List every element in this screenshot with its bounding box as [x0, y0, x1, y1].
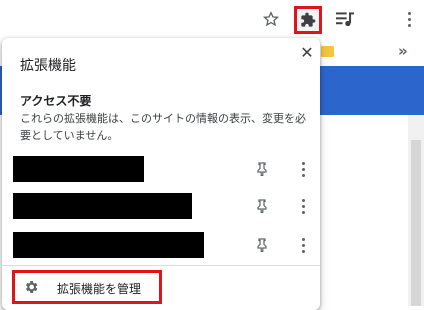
bookmarks-overflow-chevron[interactable]: » [398, 42, 408, 60]
extension-row[interactable] [2, 228, 320, 262]
section-heading-no-access: アクセス不要 [20, 94, 92, 108]
close-button[interactable]: ✕ [298, 44, 316, 62]
manage-extensions-label: 拡張機能を管理 [57, 282, 142, 296]
scrollbar-thumb[interactable] [411, 140, 421, 306]
bookmark-folder-icon[interactable] [321, 46, 334, 57]
more-vert-icon [301, 198, 305, 202]
extension-name-redacted [13, 193, 192, 219]
gear-icon [26, 281, 38, 293]
more-vert-icon [407, 11, 411, 15]
more-vert-icon [301, 161, 305, 165]
extensions-popup: 拡張機能 ✕ アクセス不要 これらの拡張機能は、このサイトの情報の表示、変更を必… [2, 38, 320, 310]
extension-more-button[interactable] [293, 234, 313, 256]
pin-icon [257, 199, 267, 213]
pin-button[interactable] [252, 196, 272, 216]
extension-row[interactable] [2, 189, 320, 223]
section-description: これらの拡張機能は、このサイトの情報の表示、変更を必要としていません。 [20, 112, 306, 142]
extensions-puzzle-icon [301, 12, 316, 27]
pin-icon [257, 238, 267, 252]
browser-menu-button[interactable] [394, 4, 424, 34]
pin-button[interactable] [252, 235, 272, 255]
popup-title: 拡張機能 [20, 58, 76, 74]
more-vert-icon [301, 237, 305, 241]
bookmark-star-button[interactable] [256, 4, 286, 34]
manage-extensions-button[interactable]: 拡張機能を管理 [12, 270, 162, 304]
extension-more-button[interactable] [293, 195, 313, 217]
extension-name-redacted [13, 232, 204, 258]
extension-row[interactable] [2, 152, 320, 186]
pin-button[interactable] [252, 159, 272, 179]
extension-more-button[interactable] [293, 158, 313, 180]
close-icon: ✕ [300, 43, 314, 62]
extension-name-redacted [13, 156, 144, 182]
browser-toolbar [0, 0, 424, 40]
pin-icon [257, 162, 267, 176]
media-playlist-button[interactable] [330, 4, 360, 34]
extensions-button[interactable] [294, 6, 322, 34]
star-icon [263, 11, 279, 27]
playlist-icon [336, 12, 354, 27]
divider [2, 265, 320, 266]
